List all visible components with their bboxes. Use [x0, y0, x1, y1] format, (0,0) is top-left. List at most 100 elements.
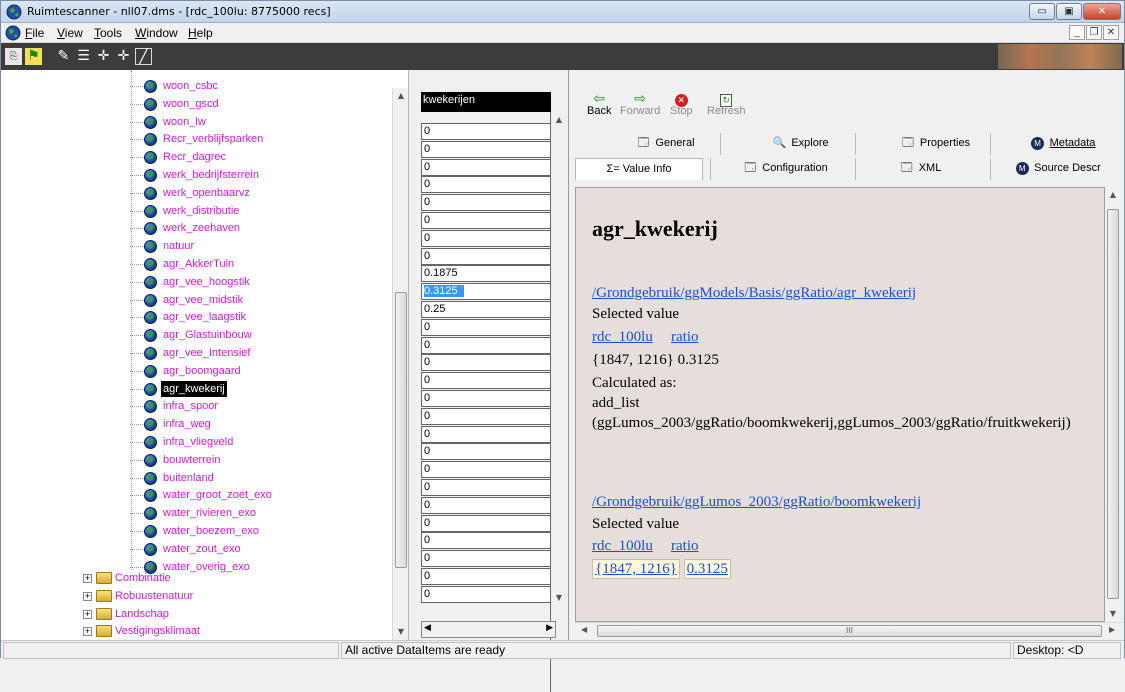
copy-icon[interactable]: ⎘: [5, 48, 22, 65]
scroll-left-arrow[interactable]: ◀: [581, 625, 587, 634]
globe-icon: [144, 258, 157, 271]
scroll-down-arrow[interactable]: ▼: [1105, 606, 1121, 622]
minimize-button[interactable]: ▭: [1029, 3, 1055, 20]
scroll-down-arrow[interactable]: ▼: [393, 624, 408, 640]
line-icon[interactable]: ╱: [135, 48, 152, 65]
mdi-restore-button[interactable]: ❐: [1086, 25, 1102, 40]
source-path-link[interactable]: /Grondgebruik/ggLumos_2003/ggRatio/boomk…: [592, 494, 921, 511]
menu-help[interactable]: Help: [188, 26, 213, 40]
scroll-thumb[interactable]: [1107, 209, 1119, 599]
value-cell[interactable]: 0: [421, 229, 556, 247]
value-cell[interactable]: 0: [421, 372, 556, 390]
tab-value-info[interactable]: Σ= Value Info: [575, 158, 703, 180]
value-cell[interactable]: 0: [421, 336, 556, 354]
app-globe-icon[interactable]: [5, 25, 21, 41]
scroll-up-arrow[interactable]: ▲: [1105, 187, 1121, 203]
value-cell[interactable]: 0: [421, 550, 556, 568]
value-cell[interactable]: 0.1875: [421, 265, 556, 283]
tab-xml[interactable]: 🗔 XML: [860, 158, 980, 180]
scroll-down-arrow[interactable]: ▼: [551, 590, 567, 606]
value-cell[interactable]: 0.3125: [421, 283, 556, 301]
tab-properties[interactable]: 🗔 Properties: [875, 133, 995, 155]
back-button[interactable]: ⇦ Back: [587, 91, 611, 117]
value-cell[interactable]: 0: [421, 176, 556, 194]
tree-folder-label: Combinatie: [115, 572, 171, 584]
value-cell[interactable]: 0.25: [421, 301, 556, 318]
folder-icon: [96, 572, 112, 584]
value-link[interactable]: 0.3125: [683, 559, 731, 579]
refresh-button[interactable]: ↻ Refresh: [707, 91, 746, 117]
item-heading: agr_kwekerij: [592, 216, 718, 241]
scroll-right-arrow[interactable]: ▶: [546, 623, 553, 633]
value-column-header[interactable]: kwekerijen: [421, 92, 551, 112]
expand-icon[interactable]: +: [83, 609, 92, 619]
tree-item-label: agr_AkkerTuin: [163, 258, 235, 270]
value-cell[interactable]: 0: [421, 407, 556, 425]
globe-icon: [144, 169, 157, 182]
runner-icon[interactable]: ⚑: [25, 48, 42, 65]
tab-metadata[interactable]: M Metadata: [1005, 133, 1120, 155]
mdi-minimize-button[interactable]: _: [1069, 25, 1085, 40]
value-cell[interactable]: 0: [421, 123, 556, 140]
expand-icon[interactable]: +: [83, 627, 92, 637]
value-cell[interactable]: 0: [421, 496, 556, 514]
tab-source-descr[interactable]: M Source Descr: [995, 158, 1120, 180]
value-cell[interactable]: 0: [421, 194, 556, 212]
value-cell[interactable]: 0: [421, 425, 556, 443]
tree-connector: [130, 157, 143, 159]
crosshair-add-icon[interactable]: ✛: [115, 48, 132, 65]
value-cell[interactable]: 0: [421, 514, 556, 532]
value-cell[interactable]: 0: [421, 568, 556, 585]
scroll-up-arrow[interactable]: ▲: [393, 88, 408, 104]
tree-scrollbar[interactable]: ▲ ▼: [392, 88, 408, 640]
col-rdc-link[interactable]: rdc_100lu: [592, 538, 653, 555]
value-cell[interactable]: 0: [421, 140, 556, 158]
maximize-button[interactable]: ▣: [1056, 3, 1082, 20]
list-indent-icon[interactable]: ☰: [75, 48, 92, 65]
value-cell[interactable]: 0: [421, 318, 556, 336]
properties-icon: 🗔: [901, 137, 914, 149]
stop-button[interactable]: ✕ Stop: [670, 91, 693, 117]
scroll-up-arrow[interactable]: ▲: [551, 112, 567, 128]
coord-link[interactable]: {1847, 1216}: [592, 559, 680, 579]
menu-tools[interactable]: Tools: [94, 26, 122, 40]
close-button[interactable]: ✕: [1083, 3, 1121, 20]
crosshair-icon[interactable]: ✛: [95, 48, 112, 65]
scroll-thumb[interactable]: [395, 292, 407, 568]
col-ratio-link[interactable]: ratio: [671, 538, 699, 555]
value-cell[interactable]: 0: [421, 532, 556, 550]
value-cell[interactable]: 0: [421, 479, 556, 496]
menu-window[interactable]: Window: [135, 26, 178, 40]
value-cell[interactable]: 0: [421, 390, 556, 407]
content-hscrollbar[interactable]: ◀ III ▶: [575, 622, 1122, 639]
value-scrollbar[interactable]: ▲ ▼: [550, 112, 567, 692]
value-cell[interactable]: 0: [421, 443, 556, 461]
content-vscrollbar[interactable]: ▲ ▼: [1105, 187, 1122, 622]
tab-configuration[interactable]: 🗔 Configuration: [715, 158, 855, 180]
menu-view[interactable]: View: [57, 26, 83, 40]
value-cell[interactable]: 0: [421, 212, 556, 229]
scroll-right-arrow[interactable]: ▶: [1109, 625, 1115, 634]
tab-explore[interactable]: 🔍 Explore: [740, 133, 860, 155]
col-ratio-link[interactable]: ratio: [671, 329, 699, 346]
value-info-content: agr_kwekerij /Grondgebruik/ggModels/Basi…: [575, 187, 1105, 622]
selected-value-label: Selected value: [592, 516, 680, 532]
value-cell[interactable]: 0: [421, 158, 556, 176]
brush-icon[interactable]: ✎: [55, 48, 72, 65]
item-path-link[interactable]: /Grondgebruik/ggModels/Basis/ggRatio/agr…: [592, 285, 916, 302]
expand-icon[interactable]: +: [83, 574, 92, 583]
scroll-left-arrow[interactable]: ◀: [424, 623, 431, 633]
scroll-thumb[interactable]: III: [597, 625, 1102, 637]
menu-file[interactable]: File: [25, 26, 44, 40]
value-cell[interactable]: 0: [421, 247, 556, 265]
expand-icon[interactable]: +: [83, 591, 92, 601]
forward-button[interactable]: ⇨ Forward: [620, 91, 660, 117]
value-hscrollbar[interactable]: ◀ ▶: [421, 621, 556, 638]
value-cell[interactable]: 0: [421, 585, 556, 603]
value-text: 0: [424, 570, 431, 582]
value-cell[interactable]: 0: [421, 461, 556, 479]
tab-general[interactable]: 🗔 General: [605, 133, 725, 155]
mdi-close-button[interactable]: ✕: [1103, 25, 1119, 40]
value-cell[interactable]: 0: [421, 354, 556, 372]
col-rdc-link[interactable]: rdc_100lu: [592, 329, 653, 346]
